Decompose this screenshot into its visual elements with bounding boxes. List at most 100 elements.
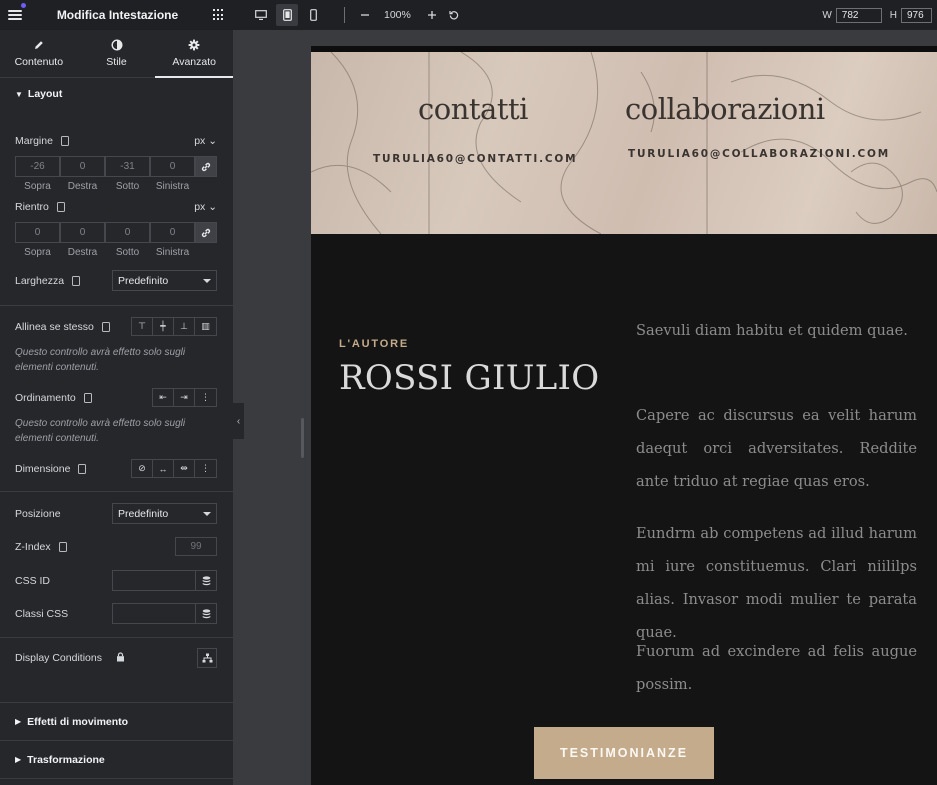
tab-style[interactable]: Stile — [78, 30, 156, 77]
size-buttons: ⊘ ↔ ⇹ ⋮ — [131, 459, 217, 478]
settings-panel: Modifica Intestazione Contenuto Stile Av… — [0, 0, 233, 785]
z-index-label: Z-Index — [15, 541, 67, 553]
contact-title: contatti — [418, 92, 528, 126]
padding-top-input[interactable] — [15, 222, 60, 243]
padding-right-input[interactable] — [60, 222, 105, 243]
padding-row: Rientro px ⌄ — [15, 201, 217, 213]
order-last-icon[interactable]: ⇥ — [174, 389, 195, 406]
link-icon — [201, 162, 211, 171]
label-text: Rientro — [15, 201, 49, 213]
order-note: Questo controllo avrà effetto solo sugli… — [15, 418, 186, 444]
zoom-in-button[interactable] — [421, 4, 443, 26]
margin-left-input[interactable] — [150, 156, 195, 177]
menu-icon[interactable] — [8, 9, 22, 21]
responsive-device-icon[interactable] — [83, 392, 92, 403]
half-circle-icon — [110, 39, 123, 51]
padding-unit-select[interactable]: px ⌄ — [194, 201, 217, 213]
margin-right-input[interactable] — [60, 156, 105, 177]
width-select[interactable]: Predefinito — [112, 270, 217, 291]
apps-grid-icon[interactable] — [213, 9, 225, 21]
label-text: Larghezza — [15, 274, 65, 287]
responsive-device-icon[interactable] — [78, 463, 87, 474]
tab-label: Stile — [106, 56, 127, 68]
css-classes-input[interactable] — [112, 603, 217, 624]
label-text: Z-Index — [15, 540, 51, 553]
width-control: W — [822, 7, 882, 23]
size-row: Dimensione ⊘ ↔ ⇹ ⋮ — [15, 459, 217, 478]
panel-tabs: Contenuto Stile Avanzato — [0, 30, 233, 78]
align-self-row: Allinea se stesso ⊤ ┿ ⊥ ▥ — [15, 317, 217, 336]
dynamic-tags-icon[interactable] — [195, 571, 216, 590]
css-id-input[interactable] — [112, 570, 217, 591]
desktop-view-button[interactable] — [250, 4, 272, 26]
size-shrink-icon[interactable]: ⇹ — [174, 460, 195, 477]
responsive-device-icon[interactable] — [72, 275, 81, 286]
width-label: Larghezza — [15, 274, 81, 287]
layout-section-toggle[interactable]: ▼ Layout — [0, 79, 233, 109]
collab-title: collaborazioni — [625, 92, 825, 126]
display-conditions-button[interactable] — [197, 648, 217, 668]
padding-left-input[interactable] — [150, 222, 195, 243]
testimonials-button[interactable]: TESTIMONIANZE — [534, 727, 714, 779]
responsive-device-icon[interactable] — [58, 541, 67, 552]
resize-handle[interactable] — [301, 418, 304, 458]
author-name: ROSSI GIULIO — [339, 358, 600, 398]
more-options-icon[interactable]: ⋮ — [195, 389, 216, 406]
size-none-icon[interactable]: ⊘ — [132, 460, 153, 477]
responsive-device-icon[interactable] — [60, 136, 69, 146]
order-first-icon[interactable]: ⇤ — [153, 389, 174, 406]
collapse-panel-button[interactable]: ‹ — [233, 403, 244, 439]
minus-icon — [361, 14, 369, 16]
collab-email-link[interactable]: TURULIA60@COLLABORAZIONI.COM — [628, 148, 890, 160]
canvas-width-input[interactable] — [835, 7, 882, 23]
panel-title: Modifica Intestazione — [56, 8, 179, 22]
more-options-icon[interactable]: ⋮ — [195, 460, 216, 477]
dynamic-tags-icon[interactable] — [195, 604, 216, 623]
contact-email-link[interactable]: TURULIA60@CONTATTI.COM — [373, 153, 577, 165]
align-stretch-icon[interactable]: ▥ — [195, 318, 216, 335]
height-control: H — [890, 7, 932, 23]
side-label: Destra — [67, 181, 98, 192]
responsive-device-icon[interactable] — [56, 202, 65, 212]
canvas-height-input[interactable] — [901, 7, 932, 23]
css-id-row: CSS ID — [15, 570, 217, 591]
input-field[interactable] — [113, 571, 195, 590]
motion-effects-section-toggle[interactable]: ▶ Effetti di movimento — [0, 702, 233, 740]
mobile-view-button[interactable] — [302, 4, 324, 26]
tab-label: Avanzato — [172, 56, 216, 68]
tablet-view-button[interactable] — [276, 4, 298, 26]
position-select[interactable]: Predefinito — [112, 503, 217, 524]
caret-right-icon: ▶ — [15, 717, 22, 726]
reset-zoom-button[interactable] — [443, 4, 465, 26]
link-values-button[interactable] — [195, 222, 217, 243]
z-index-input[interactable]: 99 — [175, 537, 217, 556]
display-conditions-label: Display Conditions — [15, 651, 125, 665]
dropdown-arrow-icon — [203, 278, 211, 283]
divider — [0, 778, 233, 779]
contact-header: contatti TURULIA60@CONTATTI.COM collabor… — [311, 52, 937, 234]
input-field[interactable] — [113, 604, 195, 623]
label-text: Dimensione — [15, 462, 71, 475]
section-title: Layout — [27, 88, 63, 100]
align-self-note: Questo controllo avrà effetto solo sugli… — [15, 347, 186, 373]
margin-bottom-input[interactable] — [105, 156, 150, 177]
padding-label: Rientro — [15, 201, 65, 213]
responsive-device-icon[interactable] — [101, 321, 110, 332]
tab-content[interactable]: Contenuto — [0, 30, 78, 77]
margin-top-input[interactable] — [15, 156, 60, 177]
size-grow-icon[interactable]: ↔ — [153, 460, 174, 477]
padding-bottom-input[interactable] — [105, 222, 150, 243]
zoom-out-button[interactable] — [354, 4, 376, 26]
link-values-button[interactable] — [195, 156, 217, 177]
order-buttons: ⇤ ⇥ ⋮ — [152, 388, 217, 407]
mobile-icon — [309, 9, 317, 21]
transform-section-toggle[interactable]: ▶ Trasformazione — [0, 740, 233, 778]
margin-unit-select[interactable]: px ⌄ — [194, 135, 217, 147]
tab-advanced[interactable]: Avanzato — [155, 30, 233, 78]
align-start-icon[interactable]: ⊤ — [132, 318, 153, 335]
desktop-icon — [255, 10, 267, 20]
padding-inputs — [15, 222, 217, 243]
align-center-icon[interactable]: ┿ — [153, 318, 174, 335]
align-end-icon[interactable]: ⊥ — [174, 318, 195, 335]
preview-frame: contatti TURULIA60@CONTATTI.COM collabor… — [311, 46, 937, 785]
